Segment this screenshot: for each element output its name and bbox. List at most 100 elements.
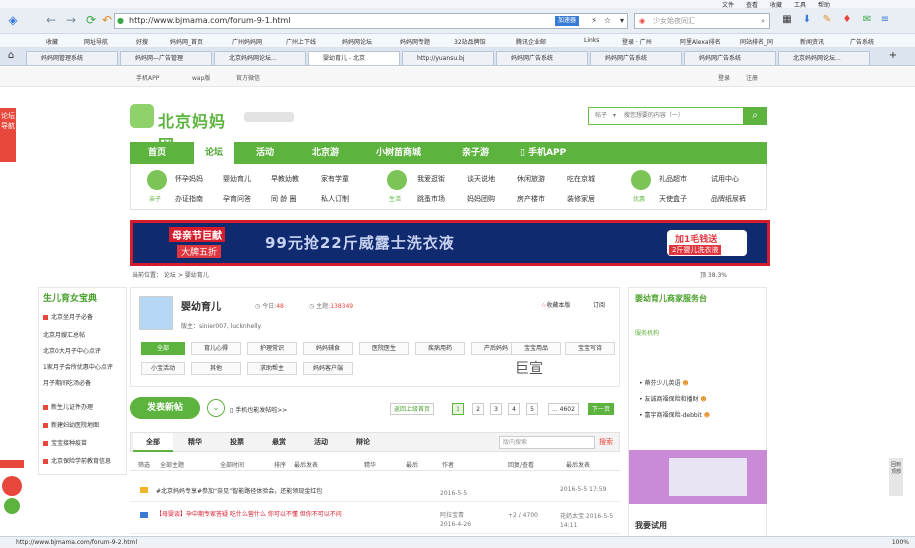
refresh-icon[interactable]: ⟳: [84, 13, 98, 27]
subnav-link[interactable]: 妈妈团购: [467, 194, 495, 204]
category-tab[interactable]: 育儿心得: [191, 342, 241, 355]
category-tab[interactable]: 宝宝写诗: [565, 342, 615, 355]
breadcrumb[interactable]: 当前位置： 论坛 > 婴幼育儿: [132, 270, 209, 279]
chevron-down-icon[interactable]: ⌄: [207, 399, 225, 417]
left-link[interactable]: 北京0大月子中心点评: [43, 346, 101, 355]
subnav-link[interactable]: 房产楼市: [517, 194, 545, 204]
left-link[interactable]: 北京月嫂汇总帖: [43, 330, 85, 339]
register-link[interactable]: 注册: [746, 73, 758, 82]
tab-item[interactable]: 妈妈网管理系统: [26, 51, 118, 65]
left-link[interactable]: 北京保险学前教育信息: [43, 456, 111, 465]
search-icon[interactable]: ⌕: [761, 14, 765, 28]
bookmark-item[interactable]: 登录 · 广州: [622, 37, 652, 46]
category-all[interactable]: 全部: [141, 342, 185, 355]
bookmark-item[interactable]: 广告系统: [850, 37, 874, 46]
promo-banner[interactable]: 母亲节巨献 大牌五折 99元抢22斤威露士洗衣液 加1毛钱送 2斤婴儿洗衣液: [130, 220, 770, 266]
subnav-link[interactable]: 孕育问答: [223, 194, 251, 204]
star-icon[interactable]: ☆: [604, 14, 611, 28]
tab-item[interactable]: 妈妈网—广告管理: [120, 51, 212, 65]
subnav-link[interactable]: 私人订制: [321, 194, 349, 204]
bookmark-item[interactable]: 阿里Alexa排名: [680, 37, 721, 46]
left-link[interactable]: 月子期间吃汤必备: [43, 378, 91, 387]
table-row[interactable]: 【母婴谈】孕中期专家答疑 吃什么营什么 你可以不懂 但你不可以不问 阿拉宝青 2…: [130, 504, 620, 534]
bookmark-item[interactable]: 收藏: [46, 37, 58, 46]
category-tab[interactable]: 宝宝用品: [511, 342, 561, 355]
address-bar[interactable]: ● http://www.bjmama.com/forum-9-1.html 加…: [114, 13, 628, 29]
nav-activities[interactable]: 活动: [256, 142, 292, 164]
thread-title[interactable]: 【母婴谈】孕中期专家答疑 吃什么营什么 你可以不懂 但你不可以不问: [156, 510, 426, 520]
bookmark-item[interactable]: 新闻资讯: [800, 37, 824, 46]
pager-page[interactable]: 5: [526, 403, 538, 415]
tab-item[interactable]: 妈妈网广告系统: [684, 51, 776, 65]
forum-search-input[interactable]: 版内搜索: [499, 436, 595, 449]
category-tab[interactable]: 妈妈客户端: [303, 362, 353, 375]
lightning-icon[interactable]: ⚡: [591, 14, 597, 28]
login-link[interactable]: 登录: [718, 73, 730, 82]
list-tab[interactable]: 投票: [217, 433, 257, 452]
left-link[interactable]: 新生儿证件办理: [43, 402, 93, 411]
browser-search-input[interactable]: ◉ 少女始夜同汇 ⌕: [634, 13, 770, 29]
list-tab[interactable]: 悬赏: [259, 433, 299, 452]
bookmark-item[interactable]: 妈妈网_首页: [170, 37, 203, 46]
bookmark-item[interactable]: 网址导航: [84, 37, 108, 46]
game-icon[interactable]: ♦: [840, 13, 854, 27]
new-tab-icon[interactable]: +: [886, 49, 900, 63]
pager-page[interactable]: 3: [490, 403, 502, 415]
extension-icon[interactable]: ▦: [780, 13, 794, 27]
subnav-link[interactable]: 家有学童: [321, 174, 349, 184]
subscribe-button[interactable]: 订阅: [593, 300, 605, 309]
nav-mobile-app[interactable]: ▯ 手机APP: [520, 142, 590, 164]
accelerator-badge[interactable]: 加速器: [554, 16, 579, 26]
category-tab[interactable]: 求助帮主: [247, 362, 297, 375]
tab-item-active[interactable]: 婴幼育儿 - 北京: [308, 51, 400, 65]
bookmark-item[interactable]: 好搜: [136, 37, 148, 46]
bookmark-item[interactable]: 腾讯企业邮: [516, 37, 546, 46]
bookmark-item[interactable]: 广州上下线: [286, 37, 316, 46]
nav-family-trip[interactable]: 亲子游: [462, 142, 502, 164]
tab-item[interactable]: 北京妈妈网论坛...: [214, 51, 306, 65]
forward-icon[interactable]: →: [64, 13, 78, 27]
filter-time[interactable]: 全部时间: [220, 460, 244, 469]
subnav-link[interactable]: 办证指南: [175, 194, 203, 204]
floating-ad[interactable]: [0, 458, 26, 520]
subnav-link[interactable]: 品牌纸尿裤: [711, 194, 746, 204]
tab-item[interactable]: 妈妈网广告系统: [496, 51, 588, 65]
list-tab[interactable]: 辩论: [343, 433, 383, 452]
service-link[interactable]: • 富宇商福保险-debbit ☻: [639, 410, 710, 419]
sort-last-post[interactable]: 最后发表: [294, 460, 318, 469]
list-tab[interactable]: 精华: [175, 433, 215, 452]
nav-home[interactable]: 首页: [148, 142, 180, 164]
pager-back[interactable]: 返回上级首页: [390, 403, 435, 415]
subnav-link[interactable]: 早教幼教: [271, 174, 299, 184]
pager-next[interactable]: 下一页: [588, 403, 615, 415]
subnav-link[interactable]: 吃在京城: [567, 174, 595, 184]
tab-item[interactable]: 妈妈网广告系统: [590, 51, 682, 65]
tab-item[interactable]: http://yuansu.bj: [402, 51, 494, 65]
category-tab[interactable]: 医院医生: [359, 342, 409, 355]
filter-topic[interactable]: 全部主题: [160, 460, 184, 469]
pager-page[interactable]: 2: [472, 403, 484, 415]
list-tab[interactable]: 活动: [301, 433, 341, 452]
category-tab[interactable]: 疾病用药: [415, 342, 465, 355]
left-link[interactable]: 新建妇幼医院地图: [43, 420, 99, 429]
tab-item[interactable]: 北京妈妈网论坛...: [778, 51, 870, 65]
left-link[interactable]: 1家月子会所优惠中心点评: [43, 362, 113, 371]
home-icon[interactable]: ⌂: [4, 49, 18, 63]
filter-digest[interactable]: 精华: [364, 460, 376, 469]
list-tab-all[interactable]: 全部: [133, 433, 173, 452]
pager-page-current[interactable]: 1: [452, 403, 464, 415]
service-link[interactable]: • 蒂芬少儿英语 ☻: [639, 378, 689, 387]
subnav-link[interactable]: 跳蚤市场: [417, 194, 445, 204]
subnav-link[interactable]: 我爱逛街: [417, 174, 445, 184]
mobile-post-link[interactable]: ▯ 手机也能发帖啦>>: [230, 405, 287, 414]
subnav-link[interactable]: 天使盒子: [659, 194, 687, 204]
category-tab[interactable]: 小宝活动: [141, 362, 185, 375]
bookmark-item[interactable]: 妈妈网专题: [400, 37, 430, 46]
chevron-down-icon[interactable]: ▾: [620, 14, 624, 28]
site-search-button[interactable]: ⌕: [743, 107, 767, 125]
category-tab[interactable]: 护理常识: [247, 342, 297, 355]
top-link-wap[interactable]: wap版: [192, 73, 210, 82]
subnav-link[interactable]: 婴幼育儿: [223, 174, 251, 184]
table-row[interactable]: #北京妈妈专享#参加“奈见”智能路径体验会，还能领现金红包 2016-5-5 2…: [130, 480, 620, 502]
subnav-link[interactable]: 试用中心: [711, 174, 739, 184]
